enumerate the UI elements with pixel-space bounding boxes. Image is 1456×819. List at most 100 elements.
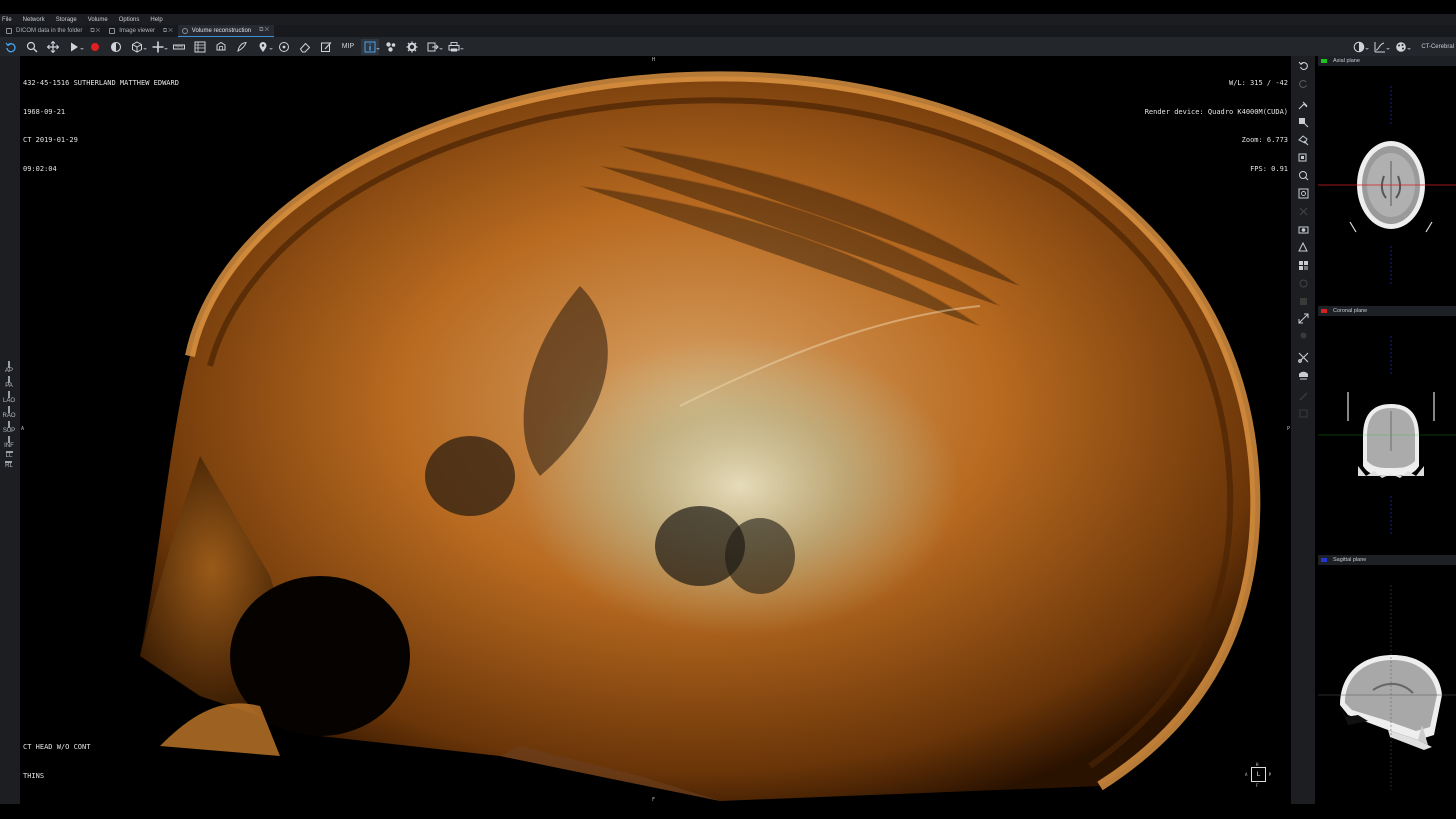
select-region-icon[interactable] xyxy=(1296,186,1310,200)
pin-icon[interactable] xyxy=(254,39,273,55)
coronal-slice-render xyxy=(1318,336,1456,536)
edit-icon[interactable] xyxy=(317,39,335,55)
preset-label[interactable]: CT-Cerebral xyxy=(1421,44,1454,50)
info-icon[interactable] xyxy=(361,38,380,55)
sagittal-image[interactable] xyxy=(1318,565,1456,804)
orient-rl[interactable]: RL xyxy=(5,461,13,470)
axial-plane-panel[interactable]: Axial plane xyxy=(1318,56,1456,303)
region-cut-icon[interactable] xyxy=(1296,151,1310,165)
panel-header: Sagittal plane xyxy=(1318,555,1456,565)
study-date: CT 2019-01-29 xyxy=(23,136,78,144)
tab-dicom-folder[interactable]: DICOM data in the folder ⧉✕ xyxy=(2,25,105,37)
play-icon[interactable] xyxy=(65,39,84,55)
menu-storage[interactable]: Storage xyxy=(56,17,77,23)
lasso-cut-icon[interactable] xyxy=(1296,168,1310,182)
palette-icon[interactable] xyxy=(1350,39,1370,55)
orient-lao[interactable]: LAO xyxy=(3,391,15,405)
sculpt-icon[interactable] xyxy=(233,39,251,55)
edge-mark-bottom: F xyxy=(652,797,656,803)
menu-file[interactable]: File xyxy=(2,17,12,23)
cube-icon[interactable] xyxy=(128,39,147,55)
render-info-overlay: W/L: 315 / -42 Render device: Quadro K40… xyxy=(1145,60,1288,193)
scissors-icon[interactable] xyxy=(1296,350,1310,364)
coronal-color-swatch xyxy=(1321,309,1327,313)
patient-birthdate: 1968-09-21 xyxy=(23,107,66,116)
expand-icon[interactable] xyxy=(1296,311,1310,325)
disabled-tool-icon xyxy=(1296,389,1310,403)
settings-icon[interactable] xyxy=(403,39,421,55)
tab-controls[interactable]: ⧉✕ xyxy=(163,28,174,35)
layers-icon[interactable] xyxy=(191,39,209,55)
crop-icon[interactable] xyxy=(212,39,230,55)
menu-options[interactable]: Options xyxy=(119,17,140,23)
tab-image-viewer[interactable]: Image viewer ⧉✕ xyxy=(105,25,178,37)
move-icon[interactable] xyxy=(149,39,168,55)
patient-id-name: 432-45-1516 SUTHERLAND MATTHEW EDWARD xyxy=(23,79,179,87)
sagittal-plane-panel[interactable]: Sagittal plane xyxy=(1318,555,1456,804)
tab-label: DICOM data in the folder xyxy=(16,28,83,34)
remove-table-icon[interactable] xyxy=(1296,368,1310,382)
sagittal-color-swatch xyxy=(1321,558,1327,562)
skull-volume-render xyxy=(140,71,1261,802)
sagittal-slice-render xyxy=(1318,585,1456,790)
camera-icon[interactable] xyxy=(1296,222,1310,236)
orient-ll[interactable]: LL xyxy=(5,451,13,460)
coronal-plane-panel[interactable]: Coronal plane xyxy=(1318,306,1456,553)
segment-icon[interactable] xyxy=(382,39,400,55)
eraser-icon[interactable] xyxy=(296,39,314,55)
poly-cut-icon[interactable] xyxy=(1296,133,1310,147)
curve-icon[interactable] xyxy=(1371,39,1391,55)
menu-volume[interactable]: Volume xyxy=(88,17,108,23)
cut-tool-icon[interactable] xyxy=(1296,98,1310,112)
series-name: THINS xyxy=(23,771,45,780)
mip-button[interactable]: MIP xyxy=(338,39,358,55)
cube-mark-right: P xyxy=(1268,772,1271,777)
magnifier-icon[interactable] xyxy=(23,39,41,55)
print-icon[interactable] xyxy=(445,39,464,55)
orient-sup[interactable]: SUP xyxy=(3,421,15,435)
tab-volume-reconstruction[interactable]: Volume reconstruction ⧉✕ xyxy=(177,25,275,37)
disabled-tool-icon xyxy=(1296,294,1310,308)
series-description: CT HEAD W/O CONT xyxy=(23,743,91,751)
tab-controls[interactable]: ⧉✕ xyxy=(90,28,101,35)
grid-icon[interactable] xyxy=(1296,258,1310,272)
orient-ap[interactable]: AP xyxy=(5,361,13,375)
arrow-up-icon xyxy=(7,361,10,368)
panel-header: Coronal plane xyxy=(1318,306,1456,316)
transfer-function-icon[interactable] xyxy=(1392,39,1412,55)
menu-network[interactable]: Network xyxy=(23,17,45,23)
orientation-cube[interactable]: H A P F L xyxy=(1245,762,1271,788)
disabled-tool-icon xyxy=(1296,276,1310,290)
box-cut-icon[interactable] xyxy=(1296,115,1310,129)
series-info-overlay: CT HEAD W/O CONT THINS xyxy=(23,724,90,800)
ruler-icon[interactable] xyxy=(170,39,188,55)
axial-image[interactable] xyxy=(1318,66,1456,303)
volume-viewport[interactable]: 432-45-1516 SUTHERLAND MATTHEW EDWARD 19… xyxy=(20,56,1291,804)
panel-header: Axial plane xyxy=(1318,56,1456,66)
menu-bar: File Network Storage Volume Options Help xyxy=(0,14,1456,25)
redo-icon[interactable] xyxy=(1296,76,1310,90)
arrow-down-icon xyxy=(8,376,10,383)
tab-controls[interactable]: ⧉✕ xyxy=(259,27,270,34)
arrow-down-icon xyxy=(7,436,10,443)
tab-label: Volume reconstruction xyxy=(191,27,252,34)
orient-inf[interactable]: INF xyxy=(4,436,14,450)
coronal-image[interactable] xyxy=(1318,316,1456,553)
export-icon[interactable] xyxy=(424,39,443,55)
tag-icon[interactable] xyxy=(1296,240,1310,254)
record-icon[interactable] xyxy=(86,39,104,55)
menu-help[interactable]: Help xyxy=(150,17,162,23)
undo-icon[interactable] xyxy=(1296,58,1310,72)
axial-slice-render xyxy=(1318,86,1456,286)
undo-icon[interactable] xyxy=(2,39,20,55)
orient-rao[interactable]: RAO xyxy=(2,406,16,420)
target-icon[interactable] xyxy=(275,39,293,55)
toolbar-right: CT-Cerebral xyxy=(1350,37,1454,56)
pan-icon[interactable] xyxy=(44,39,62,55)
zoom-level: Zoom: 6.773 xyxy=(1241,136,1288,144)
contrast-icon[interactable] xyxy=(107,39,125,55)
toolbar: MIP CT-Cerebral xyxy=(0,37,1456,56)
folder-icon xyxy=(6,28,12,34)
orientation-buttons: AP PA LAO RAO SUP INF LL RL xyxy=(0,361,18,471)
orient-pa[interactable]: PA xyxy=(5,376,13,390)
